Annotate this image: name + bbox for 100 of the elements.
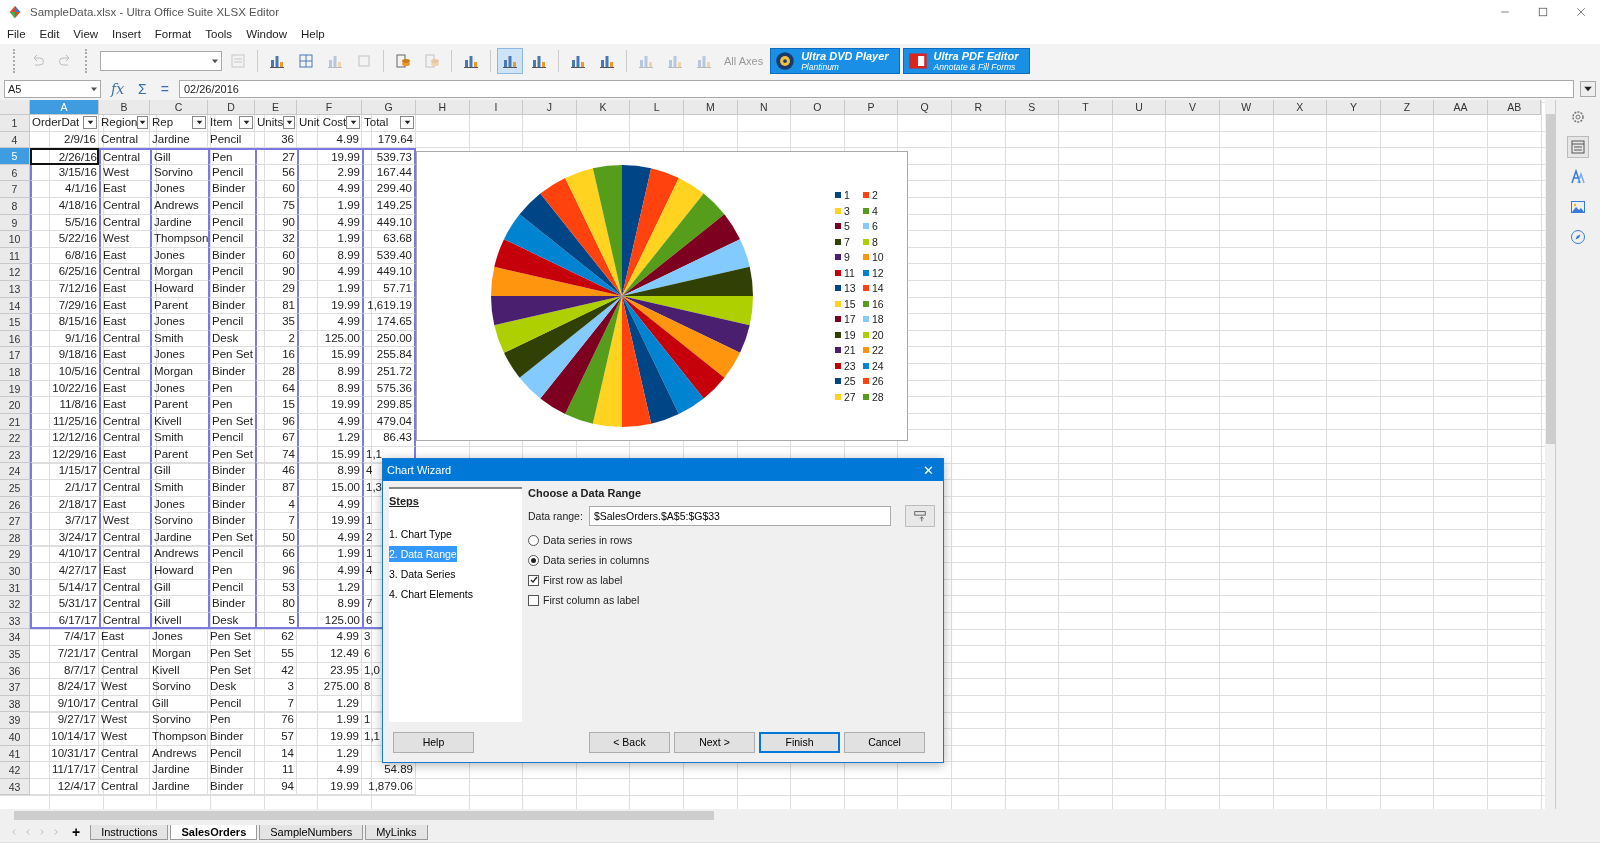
row-number[interactable]: 20 xyxy=(0,397,30,414)
table-cell: Pen xyxy=(208,563,255,580)
menu-item[interactable]: File xyxy=(6,28,27,40)
column-header[interactable]: I xyxy=(469,100,524,115)
option-label[interactable]: Data series in rows xyxy=(543,534,633,546)
column-header[interactable]: Z xyxy=(1380,100,1435,115)
add-sheet-button[interactable]: + xyxy=(64,824,89,840)
sheet-tab[interactable]: Instructions xyxy=(90,824,169,840)
column-header[interactable]: N xyxy=(737,100,792,115)
menu-item[interactable]: Window xyxy=(245,28,289,40)
row-number[interactable]: 30 xyxy=(0,563,30,580)
row-number[interactable]: 1 xyxy=(0,115,30,132)
column-header[interactable]: J xyxy=(523,100,577,115)
chart-element-dropdown[interactable] xyxy=(100,51,222,71)
column-header[interactable]: Q xyxy=(898,100,952,115)
dialog-button[interactable]: Finish xyxy=(759,731,840,753)
row-number[interactable]: 35 xyxy=(0,646,30,663)
row-number[interactable]: 29 xyxy=(0,546,30,564)
function-wizard-button[interactable]: fx xyxy=(107,81,129,97)
row-number[interactable]: 15 xyxy=(0,314,30,331)
row-number[interactable]: 37 xyxy=(0,679,30,696)
row-number[interactable]: 34 xyxy=(0,629,30,646)
row-number[interactable]: 39 xyxy=(0,712,30,729)
column-header[interactable]: V xyxy=(1166,100,1220,115)
data-range-field[interactable]: $SalesOrders.$A$5:$G$33 xyxy=(588,506,891,526)
column-header[interactable]: F xyxy=(297,100,362,115)
column-header[interactable]: L xyxy=(630,100,684,115)
expand-formula-button[interactable] xyxy=(1580,81,1596,97)
checkbox[interactable] xyxy=(528,574,539,586)
option-label[interactable]: First column as label xyxy=(543,594,640,606)
filter-dropdown-button[interactable] xyxy=(83,116,97,130)
table-cell: 28 xyxy=(255,363,297,381)
column-header[interactable]: D xyxy=(208,100,255,115)
formula-button[interactable]: = xyxy=(156,81,173,97)
column-header[interactable]: S xyxy=(1005,100,1060,115)
formula-input[interactable]: 02/26/2016 xyxy=(178,80,1574,98)
chart-frame[interactable]: 1 2 3 4 5 6 7 8 9 10 11 12 13 14 15 16 17 18 19 20 21 22 23 24 25 26 27 28 xyxy=(416,151,908,441)
filter-dropdown-button[interactable] xyxy=(192,116,206,130)
row-number[interactable]: 27 xyxy=(0,513,30,530)
menu-item[interactable]: Help xyxy=(300,28,326,40)
close-button[interactable]: ✕ xyxy=(913,461,943,479)
sheet-tab[interactable]: SalesOrders xyxy=(170,824,258,840)
dialog-button[interactable]: Next > xyxy=(674,731,755,753)
column-header[interactable]: O xyxy=(791,100,845,115)
column-header[interactable]: K xyxy=(576,100,631,115)
option-label[interactable]: First row as label xyxy=(543,574,623,586)
filter-dropdown-button[interactable] xyxy=(137,116,149,130)
column-header[interactable]: X xyxy=(1273,100,1328,115)
column-header[interactable]: W xyxy=(1219,100,1274,115)
radio-button[interactable] xyxy=(528,554,539,566)
dialog-button[interactable]: Help xyxy=(393,731,474,753)
table-cell: 9/27/17 xyxy=(30,712,99,729)
column-header[interactable]: E xyxy=(255,100,297,115)
row-number[interactable]: 42 xyxy=(0,762,30,779)
select-range-button[interactable] xyxy=(905,505,935,527)
row-number[interactable]: 12 xyxy=(0,264,30,281)
properties-button[interactable] xyxy=(1567,136,1589,158)
table-cell: 15.00 xyxy=(297,480,362,497)
table-cell: 87 xyxy=(255,480,297,497)
checkbox[interactable] xyxy=(528,594,539,606)
column-header[interactable]: P xyxy=(844,100,899,115)
column-header[interactable]: Y xyxy=(1327,100,1381,115)
column-header[interactable]: M xyxy=(683,100,738,115)
radio-button[interactable] xyxy=(528,534,539,546)
column-header[interactable]: R xyxy=(951,100,1006,115)
row-number[interactable]: 17 xyxy=(0,347,30,364)
menu-item[interactable]: Format xyxy=(153,28,193,40)
menu-item[interactable]: Tools xyxy=(204,28,234,40)
sheet-tab[interactable]: SampleNumbers xyxy=(259,824,364,840)
sum-button[interactable]: Σ xyxy=(134,81,151,97)
column-header[interactable]: AB xyxy=(1487,100,1542,115)
name-box[interactable]: A5 xyxy=(4,80,101,98)
column-header[interactable]: U xyxy=(1112,100,1167,115)
column-header[interactable]: H xyxy=(416,100,470,115)
filter-dropdown-button[interactable] xyxy=(239,116,253,130)
table-cell: 7 xyxy=(255,513,297,530)
column-header[interactable]: C xyxy=(150,100,208,115)
menu-item[interactable]: Insert xyxy=(111,28,142,40)
column-header[interactable]: T xyxy=(1059,100,1113,115)
chart-tool-button[interactable] xyxy=(497,48,523,74)
row-number[interactable]: 32 xyxy=(0,596,30,613)
menu-item[interactable]: Edit xyxy=(38,28,61,40)
column-header[interactable]: G xyxy=(362,100,416,115)
filter-dropdown-button[interactable] xyxy=(283,116,295,130)
dialog-button[interactable]: < Back xyxy=(589,731,670,753)
row-number[interactable]: 25 xyxy=(0,480,30,497)
row-number[interactable]: 10 xyxy=(0,231,30,248)
column-header[interactable]: AA xyxy=(1434,100,1488,115)
dialog-button[interactable]: Cancel xyxy=(844,731,925,753)
column-header[interactable]: B xyxy=(99,100,150,115)
table-cell: Central xyxy=(99,330,150,348)
row-number[interactable]: 7 xyxy=(0,181,30,198)
row-number[interactable]: 22 xyxy=(0,430,30,447)
row-number[interactable]: 24 xyxy=(0,463,30,481)
option-label[interactable]: Data series in columns xyxy=(543,554,650,566)
table-cell: Desk xyxy=(208,330,255,348)
filter-dropdown-button[interactable] xyxy=(346,116,360,130)
menu-item[interactable]: View xyxy=(72,28,100,40)
filter-dropdown-button[interactable] xyxy=(400,116,414,130)
sheet-tab[interactable]: MyLinks xyxy=(365,824,428,840)
